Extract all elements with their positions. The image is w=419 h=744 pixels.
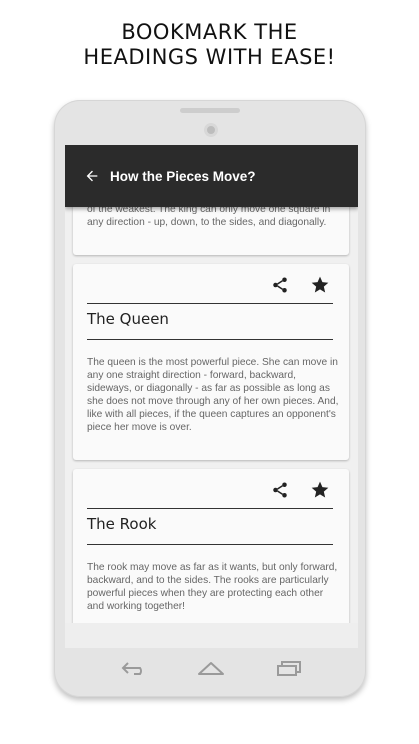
content-list[interactable]: of the weakest. The king can only move o… (65, 145, 358, 648)
heading-divider-bottom (87, 339, 333, 340)
nav-back-icon (121, 662, 142, 675)
app-screen: of the weakest. The king can only move o… (65, 145, 358, 648)
star-icon (311, 481, 329, 498)
heading-divider-top (87, 508, 333, 509)
nav-back-button[interactable] (117, 656, 151, 680)
card-the-rook: The Rook The rook may move as far as it … (73, 469, 349, 626)
card-body-text: The queen is the most powerful piece. Sh… (87, 357, 339, 433)
share-button[interactable] (269, 479, 291, 501)
nav-home-button[interactable] (194, 656, 228, 680)
nav-recents-button[interactable] (272, 656, 306, 680)
heading-divider-bottom (87, 544, 333, 545)
bookmark-button[interactable] (309, 274, 331, 296)
nav-recents-icon (277, 661, 302, 676)
heading-divider-top (87, 303, 333, 304)
system-nav-bar (65, 648, 358, 688)
share-icon (273, 277, 287, 293)
app-bar-title: How the Pieces Move? (110, 168, 256, 184)
promo-title-line-1: BOOKMARK THE (121, 20, 298, 44)
phone-speaker (180, 108, 240, 113)
card-body-text: The rook may move as far as it wants, bu… (87, 562, 338, 612)
phone-camera (204, 123, 218, 137)
back-button[interactable] (74, 156, 110, 196)
list-bottom-edge (65, 623, 358, 648)
nav-home-icon (198, 662, 225, 675)
card-actions (269, 274, 331, 296)
star-icon (311, 276, 329, 293)
app-bar: How the Pieces Move? (65, 145, 358, 207)
promo-title-line-2: HEADINGS WITH EASE! (83, 45, 336, 69)
arrow-left-icon (86, 170, 98, 182)
share-button[interactable] (269, 274, 291, 296)
card-the-queen: The Queen The queen is the most powerful… (73, 264, 349, 460)
bookmark-button[interactable] (309, 479, 331, 501)
card-actions (269, 479, 331, 501)
card-heading[interactable]: The Queen (87, 310, 169, 328)
promo-title: BOOKMARK THE HEADINGS WITH EASE! (0, 20, 419, 70)
share-icon (273, 482, 287, 498)
card-heading[interactable]: The Rook (87, 515, 156, 533)
